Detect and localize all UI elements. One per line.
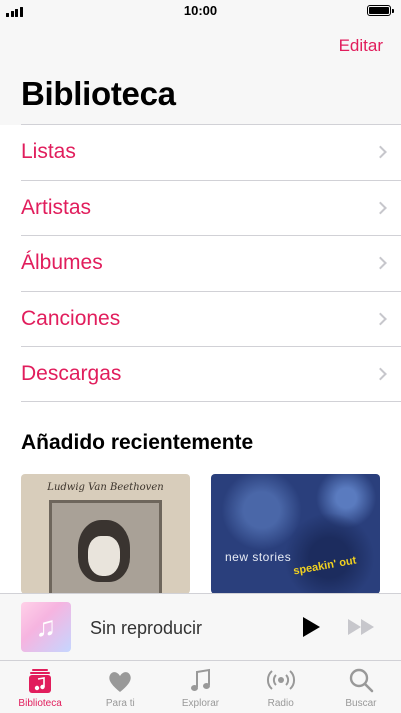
search-icon — [349, 668, 374, 693]
chevron-right-icon — [374, 256, 387, 270]
mini-player[interactable]: ♫ Sin reproducir — [0, 593, 401, 660]
tab-browse[interactable]: Explorar — [160, 661, 240, 713]
page-title: Biblioteca — [21, 75, 176, 112]
library-item-playlists[interactable]: Listas — [21, 124, 401, 180]
tab-label: Buscar — [345, 698, 377, 709]
album-cover-text: new stories — [225, 550, 292, 564]
tab-label: Para ti — [105, 698, 135, 709]
tab-for-you[interactable]: Para ti — [80, 661, 160, 713]
library-item-albums[interactable]: Álbumes — [21, 235, 401, 291]
album-cover-new-stories[interactable]: new stories speakin' out — [211, 474, 380, 594]
chevron-right-icon — [374, 145, 387, 159]
now-playing-artwork: ♫ — [21, 602, 71, 652]
radio-icon — [266, 670, 295, 690]
chevron-right-icon — [374, 367, 387, 381]
play-button[interactable] — [303, 617, 320, 637]
portrait-face — [88, 536, 120, 576]
tab-label: Biblioteca — [18, 698, 62, 709]
status-time: 10:00 — [183, 3, 218, 18]
library-item-label: Canciones — [21, 306, 121, 330]
tab-bar: Biblioteca Para ti Explorar Radio Buscar — [0, 660, 401, 713]
library-icon — [29, 669, 52, 693]
library-item-label: Descargas — [21, 361, 122, 385]
recently-added-title: Añadido recientemente — [21, 431, 254, 454]
library-item-label: Álbumes — [21, 251, 103, 275]
navigation-header: Editar Biblioteca — [0, 22, 401, 125]
tab-label: Radio — [267, 698, 294, 709]
heart-icon — [109, 672, 131, 692]
album-cover-text: Ludwig Van Beethoven — [47, 482, 164, 493]
tab-library[interactable]: Biblioteca — [0, 661, 80, 713]
music-note-icon: ♫ — [35, 611, 57, 642]
library-item-label: Artistas — [21, 195, 92, 219]
tab-search[interactable]: Buscar — [321, 661, 401, 713]
chevron-right-icon — [374, 312, 387, 326]
library-item-downloads[interactable]: Descargas — [21, 346, 401, 402]
library-item-songs[interactable]: Canciones — [21, 290, 401, 347]
album-cover-beethoven[interactable]: Ludwig Van Beethoven — [21, 474, 190, 594]
tab-label: Explorar — [181, 698, 220, 709]
tab-radio[interactable]: Radio — [241, 661, 321, 713]
library-list: Listas Artistas Álbumes Canciones Descar… — [21, 124, 401, 402]
music-note-icon — [190, 668, 210, 691]
library-item-artists[interactable]: Artistas — [21, 179, 401, 236]
chevron-right-icon — [374, 201, 387, 215]
now-playing-title: Sin reproducir — [90, 618, 203, 638]
status-bar: 10:00 — [0, 0, 401, 22]
library-item-label: Listas — [21, 140, 76, 164]
edit-button[interactable]: Editar — [339, 36, 383, 56]
battery-icon — [367, 5, 394, 16]
next-track-button[interactable] — [348, 619, 374, 635]
